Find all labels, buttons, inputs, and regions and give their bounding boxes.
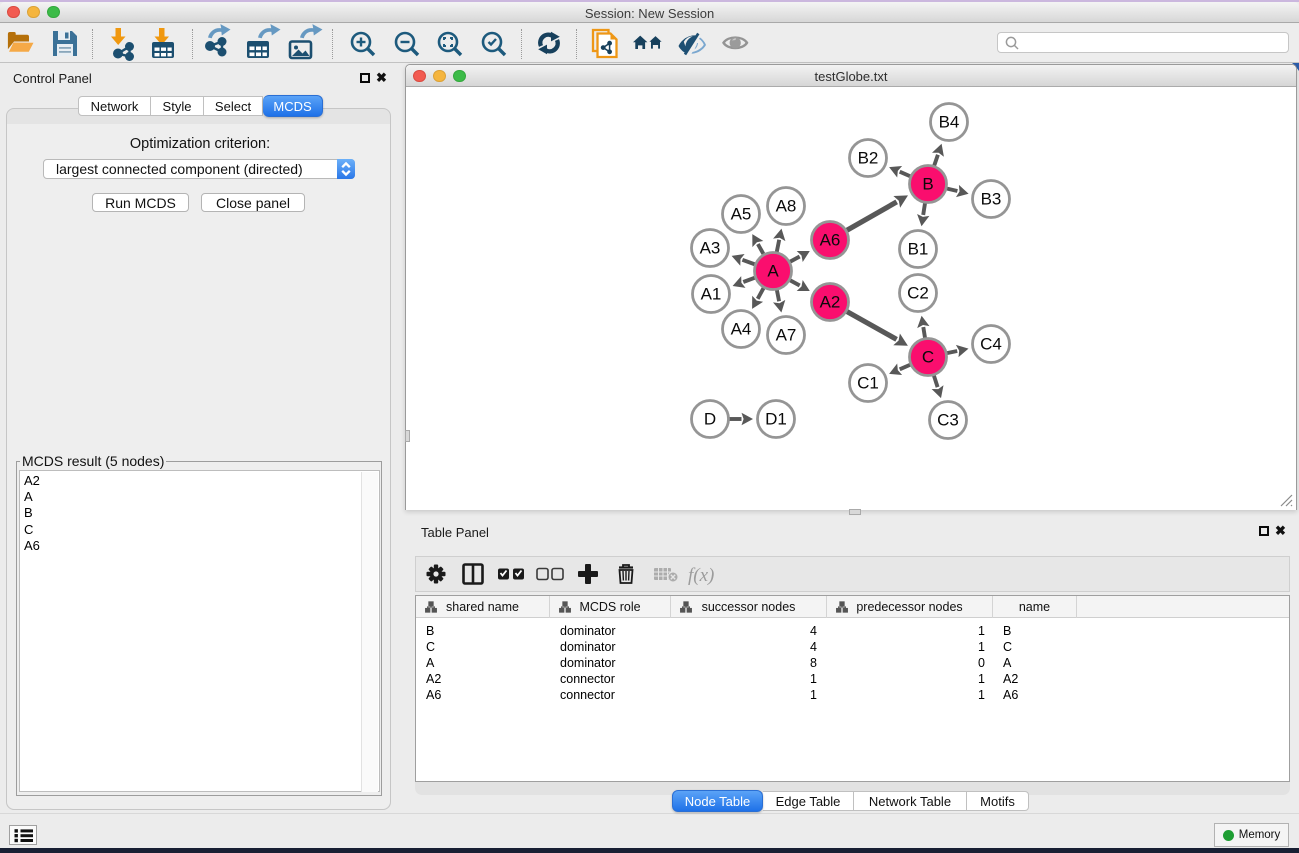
svg-text:B1: B1 bbox=[908, 240, 929, 259]
svg-text:A6: A6 bbox=[820, 231, 841, 250]
svg-text:A8: A8 bbox=[776, 197, 797, 216]
svg-text:B3: B3 bbox=[981, 190, 1002, 209]
svg-text:A3: A3 bbox=[700, 239, 721, 258]
svg-text:B4: B4 bbox=[939, 113, 960, 132]
svg-text:A2: A2 bbox=[820, 293, 841, 312]
svg-text:D1: D1 bbox=[765, 410, 787, 429]
svg-text:f(x): f(x) bbox=[688, 565, 714, 586]
svg-text:A5: A5 bbox=[731, 205, 752, 224]
svg-text:D: D bbox=[704, 410, 716, 429]
svg-text:C2: C2 bbox=[907, 284, 929, 303]
svg-text:C3: C3 bbox=[937, 411, 959, 430]
svg-text:A1: A1 bbox=[701, 285, 722, 304]
svg-text:A7: A7 bbox=[776, 326, 797, 345]
svg-text:A: A bbox=[767, 262, 779, 281]
svg-text:B: B bbox=[922, 175, 933, 194]
svg-text:C: C bbox=[922, 348, 934, 367]
svg-text:A4: A4 bbox=[731, 320, 752, 339]
svg-text:B2: B2 bbox=[858, 149, 879, 168]
svg-text:C1: C1 bbox=[857, 374, 879, 393]
svg-text:C4: C4 bbox=[980, 335, 1002, 354]
